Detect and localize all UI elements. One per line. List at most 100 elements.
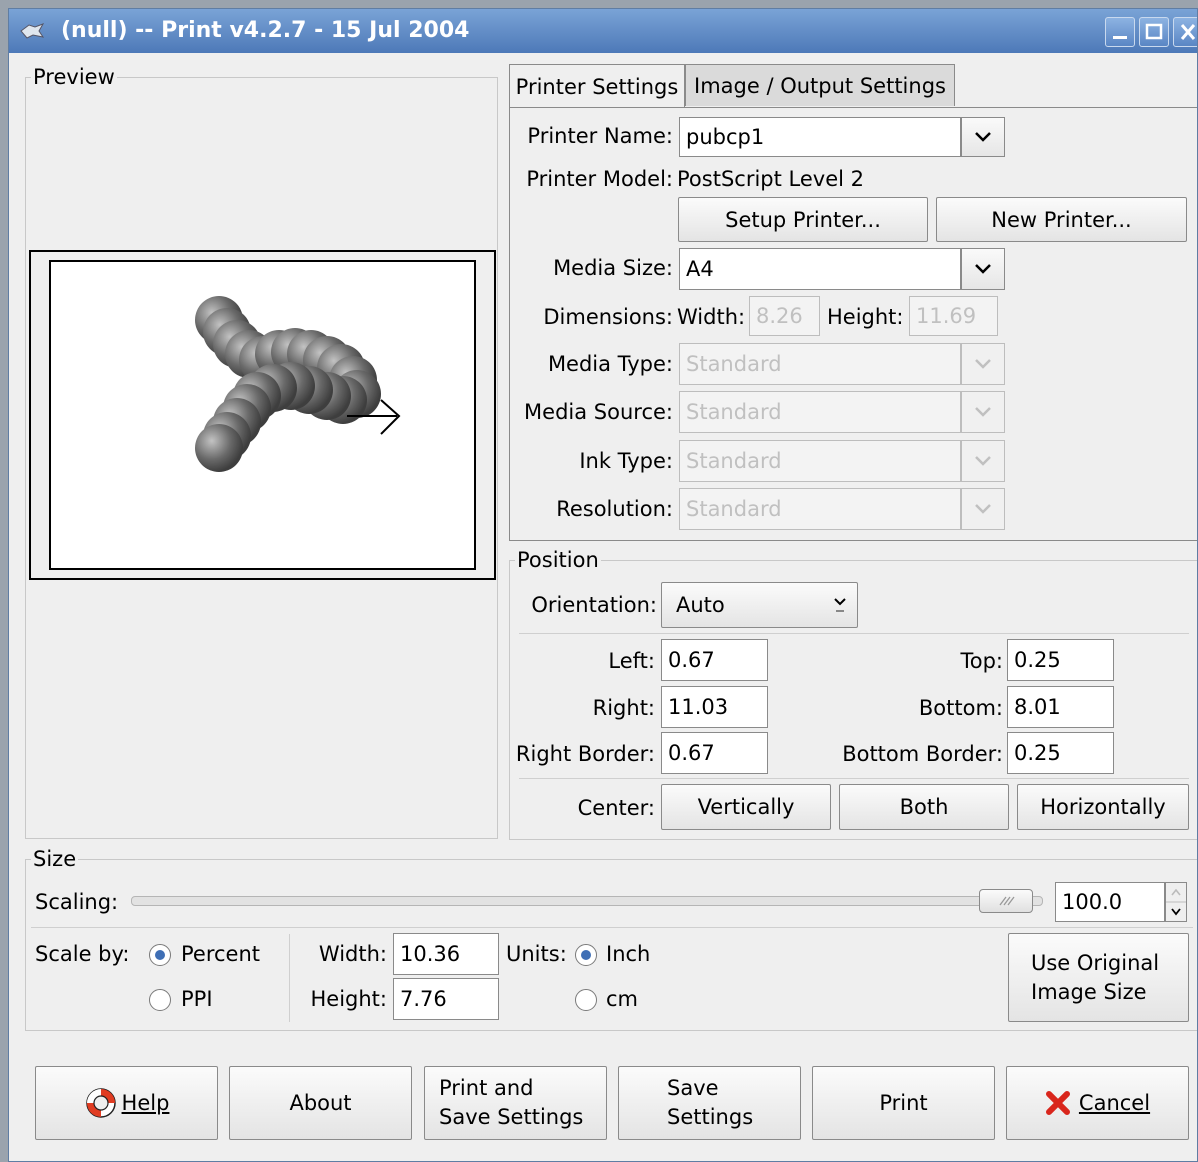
maximize-button[interactable]: [1139, 17, 1169, 47]
ppi-radio[interactable]: [149, 989, 171, 1011]
scaling-slider-thumb[interactable]: [979, 889, 1033, 913]
media-source-dropdown[interactable]: [961, 391, 1005, 433]
lifebuoy-icon: [85, 1088, 116, 1118]
size-height-field[interactable]: 7.76: [393, 978, 499, 1020]
width-field[interactable]: 8.26: [749, 296, 820, 336]
printer-name-value: pubcp1: [686, 125, 765, 149]
right-border-label: Right Border:: [515, 742, 655, 766]
size-height-label: Height:: [310, 987, 388, 1011]
size-label: Size: [31, 847, 79, 871]
bottom-field[interactable]: 8.01: [1007, 686, 1114, 728]
media-type-combo[interactable]: Standard: [679, 343, 961, 385]
media-source-value: Standard: [686, 400, 782, 424]
orientation-select[interactable]: Auto: [661, 582, 858, 628]
resolution-combo[interactable]: Standard: [679, 488, 961, 530]
media-size-label: Media Size:: [553, 256, 673, 280]
center-vertically-button[interactable]: Vertically: [661, 784, 831, 830]
red-x-icon: [1045, 1091, 1070, 1115]
size-height-value: 7.76: [400, 987, 447, 1011]
height-label: Height:: [827, 305, 904, 329]
size-width-label: Width:: [318, 942, 387, 966]
scale-by-label: Scale by:: [35, 942, 130, 966]
printer-name-dropdown[interactable]: [961, 117, 1005, 157]
chevron-down-icon: [975, 504, 991, 514]
new-printer-button[interactable]: New Printer...: [936, 197, 1187, 242]
scaling-spin-buttons[interactable]: [1165, 882, 1187, 922]
right-border-value: 0.67: [668, 741, 715, 765]
size-separator: [31, 927, 1193, 928]
cancel-label: Cancel: [1078, 1091, 1151, 1115]
print-and-save-line1: Print and: [439, 1076, 534, 1100]
option-menu-icon: [834, 598, 846, 612]
scaling-spin-entry[interactable]: 100.0: [1055, 882, 1165, 922]
minimize-button[interactable]: [1105, 17, 1135, 47]
chevron-down-icon: [975, 132, 991, 142]
print-button[interactable]: Print: [812, 1066, 995, 1140]
media-source-combo[interactable]: Standard: [679, 391, 961, 433]
minimize-icon: [1113, 36, 1127, 39]
printer-name-label: Printer Name:: [527, 124, 673, 148]
height-field[interactable]: 11.69: [909, 296, 998, 336]
media-type-dropdown[interactable]: [961, 343, 1005, 385]
print-and-save-settings-button[interactable]: Print and Save Settings: [424, 1066, 607, 1140]
cm-radio[interactable]: [575, 989, 597, 1011]
size-width-field[interactable]: 10.36: [393, 933, 499, 975]
left-label: Left:: [608, 649, 655, 673]
units-label: Units:: [506, 942, 567, 966]
inch-radio[interactable]: [575, 944, 597, 966]
top-field[interactable]: 0.25: [1007, 639, 1114, 681]
printer-model-label: Printer Model:: [526, 167, 673, 191]
app-icon: [20, 23, 45, 39]
resolution-dropdown[interactable]: [961, 488, 1005, 530]
tab-printer-settings[interactable]: Printer Settings: [509, 64, 685, 108]
right-field[interactable]: 11.03: [661, 686, 768, 728]
ink-type-dropdown[interactable]: [961, 440, 1005, 482]
top-label: Top:: [960, 649, 1003, 673]
bottom-border-field[interactable]: 0.25: [1007, 732, 1114, 774]
percent-radio[interactable]: [149, 944, 171, 966]
bottom-value: 8.01: [1014, 695, 1061, 719]
spin-arrows-icon: [1166, 888, 1186, 916]
right-border-field[interactable]: 0.67: [661, 732, 768, 774]
setup-printer-button[interactable]: Setup Printer...: [678, 197, 928, 242]
left-field[interactable]: 0.67: [661, 639, 768, 681]
inch-label: Inch: [606, 942, 651, 966]
close-button[interactable]: [1173, 17, 1197, 47]
right-label: Right:: [592, 696, 655, 720]
close-icon: [1180, 24, 1196, 40]
help-button[interactable]: Help: [35, 1066, 218, 1140]
grip-icon: [999, 896, 1015, 906]
tab-image-output-settings[interactable]: Image / Output Settings: [685, 64, 955, 106]
preview-paper-outline[interactable]: [29, 250, 496, 580]
printer-name-combo[interactable]: pubcp1: [679, 117, 961, 157]
save-settings-button[interactable]: Save Settings: [618, 1066, 801, 1140]
cancel-button[interactable]: Cancel: [1006, 1066, 1189, 1140]
help-label: Help: [121, 1091, 170, 1115]
position-label: Position: [515, 548, 601, 572]
about-button[interactable]: About: [229, 1066, 412, 1140]
center-both-label: Both: [899, 795, 949, 819]
center-horizontally-button[interactable]: Horizontally: [1017, 784, 1189, 830]
print-label: Print: [879, 1091, 928, 1115]
ink-type-combo[interactable]: Standard: [679, 440, 961, 482]
setup-printer-label: Setup Printer...: [725, 207, 881, 232]
preview-image: [195, 296, 401, 472]
use-original-size-button[interactable]: Use Original Image Size: [1008, 933, 1189, 1022]
media-size-dropdown[interactable]: [961, 248, 1005, 290]
scaling-slider-track[interactable]: [131, 889, 1043, 913]
center-horizontally-label: Horizontally: [1040, 795, 1166, 819]
orientation-label: Orientation:: [531, 593, 657, 617]
size-vertical-separator: [289, 934, 290, 1022]
title-bar[interactable]: (null) -- Print v4.2.7 - 15 Jul 2004: [9, 9, 1197, 53]
save-settings-line2: Settings: [667, 1105, 754, 1129]
preview-image-area: [49, 260, 476, 570]
printer-model-value: PostScript Level 2: [677, 167, 864, 191]
dimensions-label: Dimensions:: [543, 305, 673, 329]
new-printer-label: New Printer...: [991, 207, 1132, 232]
media-size-combo[interactable]: A4: [679, 248, 961, 290]
right-value: 11.03: [668, 695, 729, 719]
height-value: 11.69: [916, 304, 977, 328]
tab-printer-settings-label: Printer Settings: [515, 74, 679, 99]
center-both-button[interactable]: Both: [839, 784, 1009, 830]
cm-label: cm: [606, 987, 639, 1011]
